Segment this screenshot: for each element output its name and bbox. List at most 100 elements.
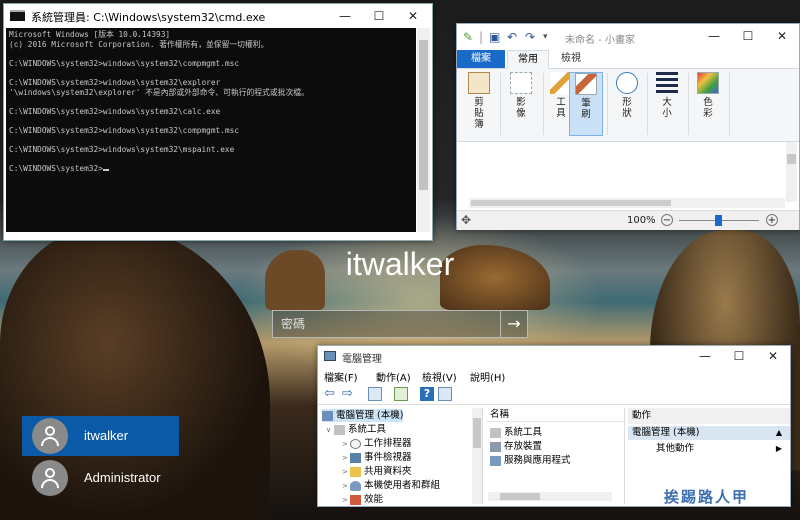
close-button[interactable]: ✕	[396, 4, 430, 28]
performance-icon	[350, 494, 361, 505]
tree-item[interactable]: > 事件檢視器	[342, 451, 412, 464]
tab-file[interactable]: 檔案	[457, 50, 505, 68]
list-item[interactable]: 系統工具	[490, 426, 542, 439]
scroll-thumb[interactable]	[473, 418, 481, 448]
scroll-thumb[interactable]	[500, 493, 540, 500]
tree-item[interactable]: > 共用資料夾	[342, 465, 412, 478]
scroll-thumb[interactable]	[419, 40, 428, 190]
user-avatar-icon	[32, 460, 68, 496]
cursor	[102, 169, 109, 172]
export-list-icon[interactable]	[394, 387, 408, 401]
ribbon: 剪貼簿 影像 工具 筆刷 形狀 大小 色彩	[457, 69, 799, 142]
group-size[interactable]: 大小	[650, 72, 684, 136]
tree-item-label: 共用資料夾	[364, 466, 412, 477]
minimize-button[interactable]: —	[328, 4, 362, 28]
expand-chevron-icon[interactable]: >	[342, 494, 350, 506]
user-name: Administrator	[84, 470, 161, 485]
scroll-thumb[interactable]	[471, 200, 671, 206]
tab-view[interactable]: 檢視	[551, 50, 591, 68]
group-clipboard[interactable]: 剪貼簿	[461, 72, 497, 136]
scroll-thumb[interactable]	[787, 154, 796, 164]
list-horizontal-scrollbar[interactable]	[488, 492, 612, 501]
column-header-name[interactable]: 名稱	[486, 408, 624, 422]
minimize-button[interactable]: —	[688, 346, 722, 366]
password-input[interactable]	[273, 311, 493, 337]
submit-arrow-button[interactable]: →	[500, 311, 527, 337]
show-tree-icon[interactable]	[368, 387, 382, 401]
submenu-arrow-icon[interactable]: ▶	[776, 444, 782, 453]
user-tile-administrator[interactable]: Administrator	[22, 458, 179, 498]
tree-item-label: 系統工具	[348, 424, 387, 435]
console-line: C:\WINDOWS\system32>windows\system32\com…	[9, 58, 240, 68]
mgmt-titlebar[interactable]: 電腦管理 — ☐ ✕	[318, 346, 790, 366]
list-item-label: 存放裝置	[504, 441, 543, 452]
minimize-button[interactable]: —	[697, 24, 731, 48]
forward-icon[interactable]: ⇨	[342, 387, 356, 401]
group-label: 影像	[516, 97, 526, 119]
menu-help[interactable]: 說明(H)	[470, 369, 505, 384]
tree-item[interactable]: > 效能	[342, 493, 383, 506]
maximize-button[interactable]: ☐	[362, 4, 396, 28]
tree-item[interactable]: > 工作排程器	[342, 437, 412, 450]
redo-icon[interactable]: ↷	[525, 30, 535, 44]
list-item[interactable]: 服務與應用程式	[490, 454, 571, 467]
more-actions-item[interactable]: 其他動作	[656, 442, 694, 456]
ribbon-separator	[688, 73, 689, 135]
expand-chevron-icon[interactable]: >	[342, 438, 350, 451]
tab-home[interactable]: 常用	[507, 50, 549, 69]
menu-view[interactable]: 檢視(V)	[422, 369, 457, 384]
tree-scrollbar[interactable]	[472, 408, 482, 504]
storage-icon	[490, 441, 501, 452]
tree-item[interactable]: 電腦管理 (本機)	[322, 409, 404, 422]
group-label: 工具	[556, 97, 566, 119]
zoom-in-button[interactable]: +	[766, 214, 778, 226]
zoom-slider[interactable]	[679, 215, 759, 226]
help-icon[interactable]: ?	[420, 387, 434, 401]
group-shapes[interactable]: 形狀	[611, 72, 643, 136]
tree-item[interactable]: > 本機使用者和群組	[342, 479, 440, 492]
canvas-vertical-scrollbar[interactable]	[786, 142, 797, 202]
menu-file[interactable]: 檔案(F)	[324, 369, 358, 384]
cmd-titlebar[interactable]: 系統管理員: C:\Windows\system32\cmd.exe — ☐ ✕	[4, 4, 432, 28]
group-label: 大小	[662, 97, 672, 119]
group-brushes[interactable]: 筆刷	[569, 72, 603, 136]
menu-bar: 檔案(F) 動作(A) 檢視(V) 說明(H)	[318, 366, 790, 384]
ribbon-tabs: 檔案 常用 檢視	[457, 50, 799, 69]
expand-chevron-icon[interactable]: >	[342, 466, 350, 479]
group-label: 色彩	[703, 97, 713, 119]
canvas-horizontal-scrollbar[interactable]	[469, 198, 785, 208]
expand-chevron-icon[interactable]: >	[342, 480, 350, 493]
customize-quick-access-icon[interactable]: ▾	[543, 32, 548, 42]
group-label: 筆刷	[581, 98, 591, 120]
zoom-slider-thumb[interactable]	[715, 215, 722, 226]
close-button[interactable]: ✕	[765, 24, 799, 48]
console-output[interactable]: Microsoft Windows [版本 10.0.14393] (c) 201…	[6, 28, 416, 232]
show-action-pane-icon[interactable]	[438, 387, 452, 401]
group-image[interactable]: 影像	[503, 72, 539, 136]
expand-chevron-icon[interactable]: >	[342, 452, 350, 465]
back-icon[interactable]: ⇦	[324, 387, 338, 401]
undo-icon[interactable]: ↶	[507, 30, 517, 44]
close-button[interactable]: ✕	[756, 346, 790, 366]
save-icon[interactable]: ▣	[489, 30, 500, 44]
collapse-triangle-icon[interactable]: ▲	[776, 426, 782, 440]
group-colors[interactable]: 色彩	[691, 72, 725, 136]
menu-action[interactable]: 動作(A)	[376, 369, 411, 384]
status-bar: ✥ 100% − +	[457, 210, 799, 230]
paint-titlebar[interactable]: ✎ | ▣ ↶ ↷ ▾ 未命名 - 小畫家 — ☐ ✕	[457, 24, 799, 50]
maximize-button[interactable]: ☐	[731, 24, 765, 48]
zoom-out-button[interactable]: −	[661, 214, 673, 226]
list-item-label: 服務與應用程式	[504, 455, 571, 466]
user-tile-itwalker[interactable]: itwalker	[22, 416, 179, 456]
tree-item[interactable]: ∨ 系統工具	[326, 423, 386, 436]
drawing-canvas[interactable]	[457, 142, 785, 202]
color-palette-icon	[697, 72, 719, 94]
login-username: itwalker	[345, 246, 455, 282]
list-item[interactable]: 存放裝置	[490, 440, 542, 453]
actions-section[interactable]: 電腦管理 (本機) ▲	[628, 426, 790, 440]
collapse-chevron-icon[interactable]: ∨	[326, 424, 334, 437]
console-scrollbar[interactable]	[417, 28, 430, 232]
maximize-button[interactable]: ☐	[722, 346, 756, 366]
